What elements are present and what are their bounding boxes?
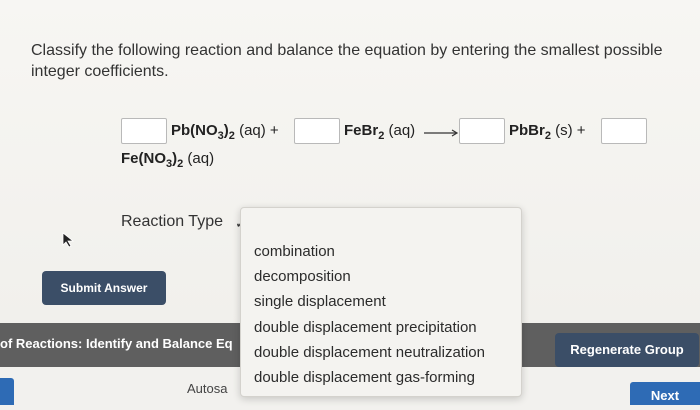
reactant-1: Pb(NO3)2 (aq) + bbox=[171, 122, 279, 142]
reactant-2: FeBr2 (aq) bbox=[344, 122, 416, 142]
option-single-displacement[interactable]: single displacement bbox=[254, 293, 386, 310]
assignment-title: of Reactions: Identify and Balance Eq bbox=[0, 336, 233, 351]
coefficient-input-4[interactable] bbox=[601, 118, 647, 144]
reactant-1-state: (aq) + bbox=[239, 122, 279, 139]
product-1: PbBr2 (s) + bbox=[509, 122, 586, 142]
product-2-state: (aq) bbox=[187, 150, 215, 167]
coefficient-input-2[interactable] bbox=[294, 118, 340, 144]
option-combination[interactable]: combination bbox=[254, 243, 335, 260]
autosave-status: Autosa bbox=[187, 381, 228, 396]
submit-answer-button[interactable]: Submit Answer bbox=[42, 271, 166, 305]
product-1-state: (s) + bbox=[555, 122, 586, 139]
reaction-type-dropdown[interactable]: combination decomposition single displac… bbox=[240, 207, 522, 397]
coefficient-input-1[interactable] bbox=[121, 118, 167, 144]
option-decomposition[interactable]: decomposition bbox=[254, 268, 351, 285]
reactant-2-state: (aq) bbox=[388, 122, 416, 139]
arrow-icon bbox=[424, 129, 459, 137]
option-double-displacement-precipitation[interactable]: double displacement precipitation bbox=[254, 319, 477, 336]
product-2: Fe(NO3)2 (aq) bbox=[121, 150, 215, 170]
regenerate-group-button[interactable]: Regenerate Group bbox=[555, 333, 699, 367]
question-text: Classify the following reaction and bala… bbox=[31, 42, 663, 80]
coefficient-input-3[interactable] bbox=[459, 118, 505, 144]
reaction-type-label[interactable]: Reaction Type bbox=[121, 213, 223, 231]
previous-button[interactable] bbox=[0, 378, 14, 405]
option-double-displacement-neutralization[interactable]: double displacement neutralization bbox=[254, 344, 485, 361]
cursor-icon bbox=[62, 232, 75, 248]
next-button[interactable]: Next bbox=[630, 382, 700, 405]
option-double-displacement-gas-forming[interactable]: double displacement gas-forming bbox=[254, 369, 475, 386]
